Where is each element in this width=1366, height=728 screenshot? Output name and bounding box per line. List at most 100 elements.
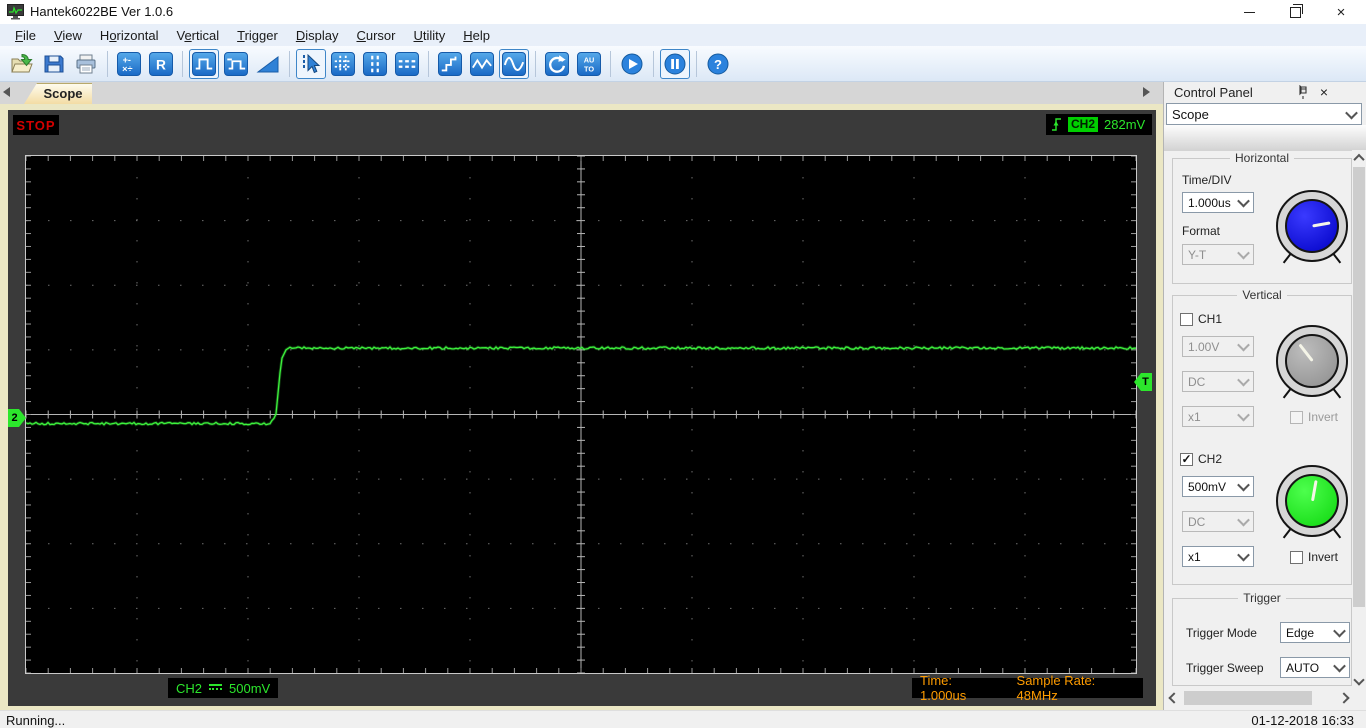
pin-icon[interactable] — [1294, 85, 1310, 99]
ch2-volts-select[interactable]: 500mV — [1182, 476, 1254, 497]
menu-utility[interactable]: Utility — [405, 26, 455, 45]
group-vertical-title: Vertical — [1173, 288, 1351, 302]
minimize-button[interactable] — [1226, 0, 1272, 24]
refresh-button[interactable] — [542, 49, 572, 79]
vertical-cursors-icon — [363, 51, 387, 76]
start-button[interactable] — [617, 49, 647, 79]
print-button[interactable] — [71, 49, 101, 79]
menu-horizontal[interactable]: Horizontal — [91, 26, 168, 45]
grid-display-icon — [331, 51, 355, 76]
ch1-coupling-select[interactable]: DC — [1182, 371, 1254, 392]
close-button[interactable]: × — [1318, 0, 1364, 24]
horizontal-position-knob[interactable] — [1276, 190, 1348, 264]
pause-button[interactable] — [660, 48, 690, 79]
status-text: Running... — [6, 713, 66, 728]
control-panel-title: Control Panel — [1174, 84, 1253, 100]
titlebar: Hantek6022BE Ver 1.0.6 × — [0, 0, 1366, 24]
ch1-position-knob[interactable] — [1276, 325, 1348, 399]
trigger-mode-label: Trigger Mode — [1186, 626, 1257, 640]
step-interpolation-button[interactable] — [435, 49, 465, 79]
menu-trigger[interactable]: Trigger — [228, 26, 287, 45]
ch1-checkbox[interactable] — [1180, 312, 1193, 326]
chevron-down-icon — [1237, 548, 1250, 562]
panel-select[interactable]: Scope — [1166, 103, 1362, 125]
autoset-button[interactable]: AU TO — [574, 49, 604, 79]
control-panel-close-icon[interactable]: × — [1316, 84, 1332, 100]
ch1-probe-select[interactable]: x1 — [1182, 406, 1254, 427]
menu-cursor[interactable]: Cursor — [347, 26, 404, 45]
save-icon — [44, 55, 64, 72]
menu-display[interactable]: Display — [287, 26, 348, 45]
reference-icon: R — [149, 51, 173, 76]
tab-scroll-left-icon[interactable] — [3, 87, 10, 97]
menu-vertical[interactable]: Vertical — [167, 26, 228, 45]
math-button[interactable]: +- ×÷ — [114, 49, 144, 79]
help-button[interactable]: ? — [703, 49, 733, 79]
chevron-down-icon — [1237, 373, 1250, 387]
trigger-mode-select[interactable]: Edge — [1280, 622, 1350, 643]
toolbar-separator — [428, 50, 429, 77]
restore-button[interactable] — [1272, 0, 1318, 24]
waveform-plot — [26, 156, 1136, 673]
scroll-right-icon[interactable] — [1336, 690, 1352, 706]
scroll-down-icon[interactable] — [1352, 672, 1366, 688]
cursor-select-button[interactable] — [296, 48, 326, 79]
chevron-down-icon — [1237, 194, 1250, 208]
scope-display[interactable] — [25, 155, 1137, 674]
timediv-select[interactable]: 1.000us — [1182, 192, 1254, 213]
close-icon: × — [1336, 3, 1346, 21]
menu-view[interactable]: View — [45, 26, 91, 45]
vertical-scrollbar-thumb[interactable] — [1353, 167, 1365, 607]
ramp-icon — [256, 55, 279, 72]
linear-interpolation-button[interactable] — [467, 49, 497, 79]
ch2-invert-row: Invert — [1290, 550, 1338, 564]
scroll-left-icon[interactable] — [1166, 690, 1182, 706]
stop-button[interactable]: STOP — [13, 115, 59, 135]
reference-button[interactable]: R — [146, 49, 176, 79]
ramp-button[interactable] — [253, 49, 283, 79]
autoset-icon: AUTO — [577, 51, 601, 76]
open-file-icon — [11, 53, 33, 72]
horizontal-cursors-button[interactable] — [392, 49, 422, 79]
square-wave-button[interactable] — [189, 48, 219, 79]
group-horizontal-title: Horizontal — [1173, 151, 1351, 165]
vertical-cursors-button[interactable] — [360, 49, 390, 79]
tabbar — [0, 82, 1163, 104]
grid-display-button[interactable] — [328, 49, 358, 79]
time-info-readout: Time: 1.000us Sample Rate: 48MHz — [912, 673, 1143, 703]
ch2-checkbox[interactable] — [1180, 452, 1193, 466]
trigger-sweep-select[interactable]: AUTO — [1280, 657, 1350, 678]
sine-interpolation-button[interactable] — [499, 48, 529, 79]
menu-file[interactable]: File — [6, 26, 45, 45]
statusbar — [0, 710, 1366, 728]
dc-coupling-icon — [209, 683, 223, 693]
ch2-invert-checkbox[interactable] — [1290, 550, 1303, 564]
open-file-button[interactable] — [7, 49, 37, 79]
oscilloscope-app-icon — [7, 4, 24, 20]
horizontal-cursors-icon — [395, 51, 419, 76]
horizontal-scrollbar-thumb[interactable] — [1184, 691, 1312, 705]
square-wave-icon — [192, 51, 216, 76]
svg-text:×÷: ×÷ — [122, 63, 132, 73]
minimize-icon — [1243, 11, 1255, 13]
toolbar-separator — [535, 50, 536, 77]
ch1-invert-row: Invert — [1290, 410, 1338, 424]
trigger-source-badge: CH2 — [1068, 117, 1099, 132]
format-select[interactable]: Y-T — [1182, 244, 1254, 265]
svg-text:AU: AU — [584, 55, 595, 64]
ch2-position-knob[interactable] — [1276, 465, 1348, 539]
ch1-invert-checkbox[interactable] — [1290, 410, 1303, 424]
toolbar-separator — [653, 50, 654, 77]
ch2-coupling-select[interactable]: DC — [1182, 511, 1254, 532]
ch1-volts-select[interactable]: 1.00V — [1182, 336, 1254, 357]
save-button[interactable] — [39, 49, 69, 79]
ch2-probe-select[interactable]: x1 — [1182, 546, 1254, 567]
tab-scroll-right-icon[interactable] — [1143, 87, 1150, 97]
pause-icon — [664, 53, 686, 74]
trigger-level-value: 282mV — [1104, 117, 1146, 132]
pulse-wave-button[interactable] — [221, 49, 251, 79]
menu-help[interactable]: Help — [454, 26, 499, 45]
menubar: File View Horizontal Vertical Trigger Display… — [0, 24, 1366, 46]
scroll-up-icon[interactable] — [1352, 150, 1366, 166]
chevron-down-icon — [1333, 659, 1346, 673]
